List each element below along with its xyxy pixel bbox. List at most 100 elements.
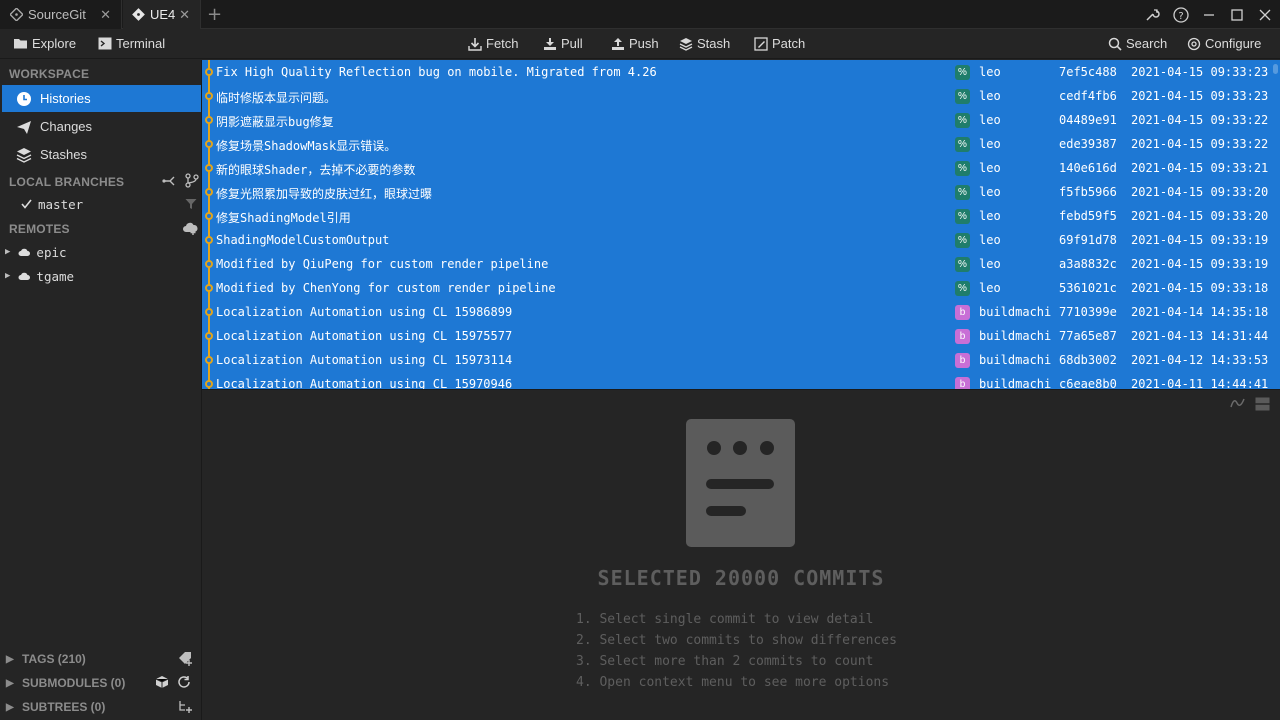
terminal-button[interactable]: Terminal xyxy=(98,36,165,51)
add-remote-icon[interactable] xyxy=(182,222,198,238)
commit-author: leo xyxy=(979,161,1001,175)
commit-sha[interactable]: 69f91d78 xyxy=(1059,233,1123,247)
commit-subject: Modified by ChenYong for custom render p… xyxy=(216,281,556,295)
push-button[interactable]: Push xyxy=(611,36,659,51)
expand-arrow-icon: ▶ xyxy=(5,271,11,281)
scrollbar-thumb[interactable] xyxy=(1273,64,1278,74)
filter-icon[interactable] xyxy=(185,198,197,213)
subtrees-section[interactable]: ▶ SUBTREES (0) xyxy=(0,695,202,719)
configure-button[interactable]: Configure xyxy=(1187,36,1261,51)
commit-sha[interactable]: 7710399e xyxy=(1059,305,1123,319)
add-submodule-icon[interactable] xyxy=(155,675,169,692)
new-branch-icon[interactable] xyxy=(185,173,199,191)
tags-section[interactable]: ▶ TAGS (210) xyxy=(0,647,202,671)
stack-icon xyxy=(15,147,33,163)
commit-sha[interactable]: 04489e91 xyxy=(1059,113,1123,127)
toolbar: Explore Terminal Fetch Pull Push Stash P… xyxy=(0,30,1280,59)
close-window-icon[interactable] xyxy=(1255,5,1275,25)
workspace-title: WORKSPACE xyxy=(9,67,90,81)
remote-label: epic xyxy=(36,244,67,260)
commit-time: 2021-04-15 09:33:22 xyxy=(1131,113,1269,127)
commit-subject: Fix High Quality Reflection bug on mobil… xyxy=(216,65,657,79)
author-avatar: % xyxy=(955,185,970,200)
tab-label: UE4 xyxy=(150,7,176,22)
patch-button[interactable]: Patch xyxy=(754,36,805,51)
commit-sha[interactable]: 77a65e87 xyxy=(1059,329,1123,343)
commit-row[interactable]: Modified by ChenYong for custom render p… xyxy=(202,276,1270,300)
sidebar-item-histories[interactable]: Histories xyxy=(2,85,201,112)
commit-row[interactable]: 修复场景ShadowMask显示错误。% leo ede39387 2021-04-1… xyxy=(202,132,1270,156)
stash-button[interactable]: Stash xyxy=(679,36,730,51)
scrollbar[interactable] xyxy=(1271,60,1280,389)
stash-label: Stash xyxy=(697,36,731,51)
commit-time: 2021-04-12 14:33:53 xyxy=(1131,353,1269,367)
commit-graph-node xyxy=(205,236,213,244)
commit-sha[interactable]: 5361021c xyxy=(1059,281,1123,295)
commit-row[interactable]: Localization Automation using CL 1597311… xyxy=(202,348,1270,372)
commit-row[interactable]: 临时修版本显示问题。% leo cedf4fb6 2021-04-15 09:33:2… xyxy=(202,84,1270,108)
commit-row[interactable]: Localization Automation using CL 1598689… xyxy=(202,300,1270,324)
refresh-icon[interactable] xyxy=(177,675,191,692)
tab-sourcegit[interactable]: SourceGit ✕ xyxy=(0,0,122,29)
commit-author: buildmachine xyxy=(979,377,1051,390)
author-avatar: % xyxy=(955,233,970,248)
maximize-icon[interactable] xyxy=(1227,5,1247,25)
stash-icon xyxy=(679,37,693,51)
commit-graph-node xyxy=(205,212,213,220)
minimize-icon[interactable] xyxy=(1199,5,1219,25)
close-icon[interactable]: ✕ xyxy=(100,7,111,23)
commit-sha[interactable]: cedf4fb6 xyxy=(1059,89,1123,103)
selection-title: SELECTED 20000 COMMITS xyxy=(597,566,885,590)
commit-row[interactable]: Fix High Quality Reflection bug on mobil… xyxy=(202,60,1270,84)
search-button[interactable]: Search xyxy=(1108,36,1167,51)
commit-sha[interactable]: 7ef5c488 xyxy=(1059,65,1123,79)
commit-sha[interactable]: 140e616d xyxy=(1059,161,1123,175)
commit-row[interactable]: 修复ShadingModel引用% leo febd59f5 2021-04-15 0… xyxy=(202,204,1270,228)
commit-sha[interactable]: ede39387 xyxy=(1059,137,1123,151)
remote-item-tgame[interactable]: ▶ tgame xyxy=(5,265,74,287)
new-tab-button[interactable]: + xyxy=(207,4,222,25)
pull-button[interactable]: Pull xyxy=(543,36,583,51)
commit-sha[interactable]: f5fb5966 xyxy=(1059,185,1123,199)
commit-row[interactable]: 新的眼球Shader，去掉不必要的参数% leo 140e616d 2021-04-1… xyxy=(202,156,1270,180)
tab-ue4[interactable]: UE4 ✕ xyxy=(123,0,201,29)
search-label: Search xyxy=(1126,36,1168,51)
commit-sha[interactable]: a3a8832c xyxy=(1059,257,1123,271)
add-subtree-icon[interactable] xyxy=(178,699,193,717)
close-icon[interactable]: ✕ xyxy=(179,7,190,23)
layout-icon[interactable] xyxy=(1255,397,1270,414)
commit-row[interactable]: ShadingModelCustomOutput% leo 69f91d78 2021… xyxy=(202,228,1270,252)
commit-sha[interactable]: 68db3002 xyxy=(1059,353,1123,367)
configure-label: Configure xyxy=(1205,36,1262,51)
wrench-icon[interactable] xyxy=(1142,5,1162,25)
folder-icon xyxy=(14,39,27,49)
commit-row[interactable]: Localization Automation using CL 1597094… xyxy=(202,372,1270,390)
commit-sha[interactable]: c6eae8b0 xyxy=(1059,377,1123,389)
help-icon[interactable]: ? xyxy=(1171,5,1191,25)
commit-sha[interactable]: febd59f5 xyxy=(1059,209,1123,223)
explore-button[interactable]: Explore xyxy=(13,36,76,51)
remote-item-epic[interactable]: ▶ epic xyxy=(5,241,67,263)
graph-icon[interactable] xyxy=(1230,397,1246,414)
commit-list[interactable]: Fix High Quality Reflection bug on mobil… xyxy=(202,60,1280,390)
commit-graph-node xyxy=(205,332,213,340)
git-flow-icon[interactable] xyxy=(162,174,176,191)
author-avatar: % xyxy=(955,209,970,224)
explore-label: Explore xyxy=(32,36,77,51)
sidebar-item-stashes[interactable]: Stashes xyxy=(2,141,201,168)
submodules-section[interactable]: ▶ SUBMODULES (0) xyxy=(0,671,202,695)
fetch-button[interactable]: Fetch xyxy=(468,36,519,51)
commit-time: 2021-04-15 09:33:20 xyxy=(1131,185,1269,199)
commit-row[interactable]: 修复光照累加导致的皮肤过红，眼球过曝% leo f5fb5966 2021-04-15… xyxy=(202,180,1270,204)
add-tag-icon[interactable] xyxy=(178,651,193,669)
commit-row[interactable]: Modified by QiuPeng for custom render pi… xyxy=(202,252,1270,276)
branch-item-master[interactable]: master xyxy=(21,193,83,215)
commit-author: leo xyxy=(979,185,1001,199)
pull-icon xyxy=(544,37,556,50)
check-icon xyxy=(21,197,32,212)
tip-item: 1. Select single commit to view detail xyxy=(576,612,874,627)
tips-list: 1. Select single commit to view detail 2… xyxy=(576,609,897,693)
sidebar-item-changes[interactable]: Changes xyxy=(2,113,201,140)
commit-row[interactable]: 阴影遮蔽显示bug修复% leo 04489e91 2021-04-15 09:33:… xyxy=(202,108,1270,132)
commit-row[interactable]: Localization Automation using CL 1597557… xyxy=(202,324,1270,348)
